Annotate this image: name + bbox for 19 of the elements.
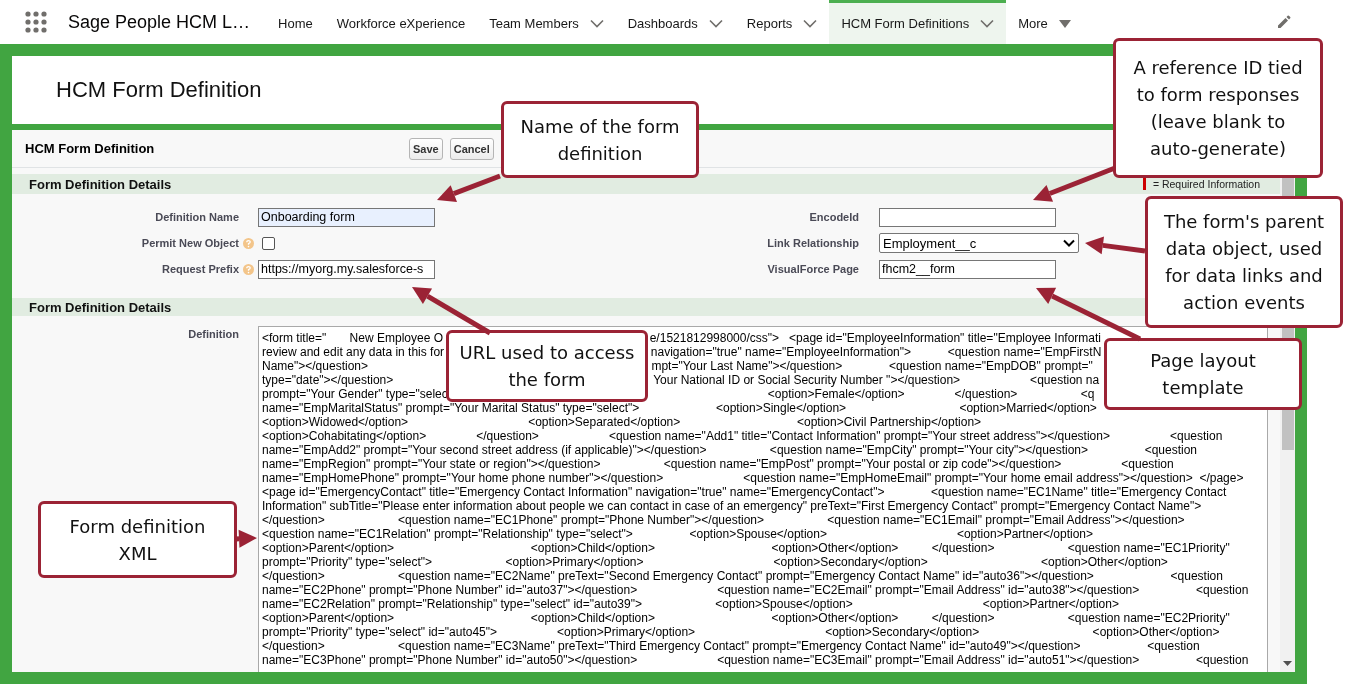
callout-tooltip: The form's parent data object, used for data links and action events [1145, 196, 1343, 328]
field-label: Definition Name [154, 211, 239, 223]
field-label: Link Relationship [766, 237, 859, 249]
field-label: EncodeId [808, 211, 859, 223]
callout-tooltip: Page layout template [1104, 338, 1302, 410]
required-legend: = Required Information [1152, 178, 1260, 190]
callout-tooltip: Form definition XML [38, 501, 237, 578]
app-name: Sage People HCM L… [68, 11, 251, 33]
field-label: VisualForce Page [766, 263, 859, 275]
callout-tooltip: URL used to access the form [446, 330, 648, 402]
block-title: HCM Form Definition [25, 141, 156, 156]
callout-tooltip: Name of the form definition [501, 101, 699, 178]
page-title: HCM Form Definition [56, 77, 262, 103]
callout-tooltip: A reference ID tied to form responses (leave blank to auto-generate) [1113, 38, 1323, 178]
field-label: Definition [187, 327, 239, 340]
section-title: Form Definition Details [29, 299, 172, 315]
field-label: Request Prefix [160, 263, 239, 275]
field-label: Permit New Object [140, 237, 239, 249]
section-title: Form Definition Details [29, 176, 172, 192]
